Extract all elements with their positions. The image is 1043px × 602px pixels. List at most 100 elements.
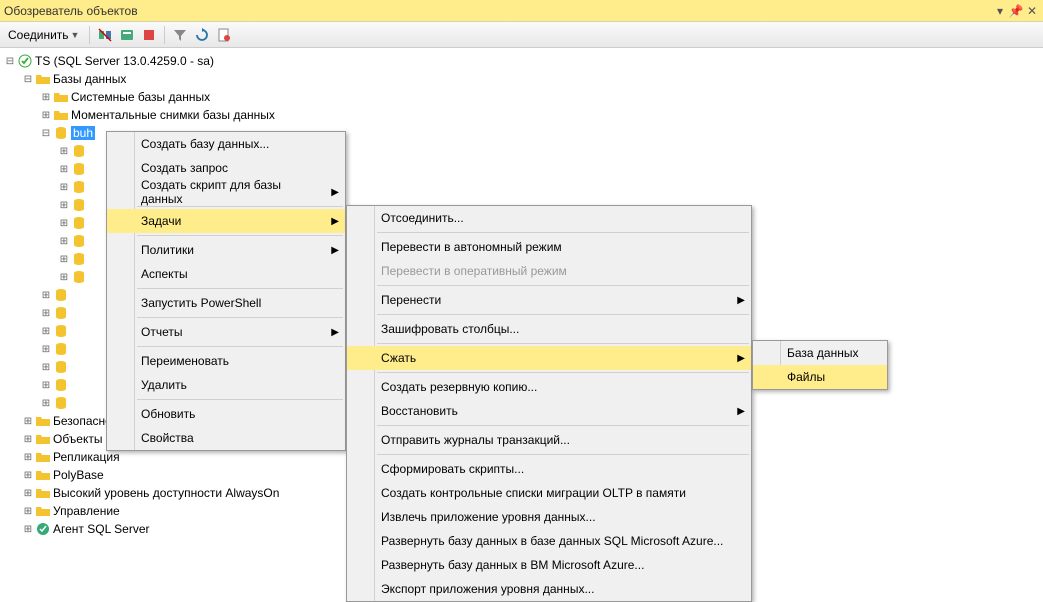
pin-icon[interactable]: 📌: [1009, 4, 1023, 18]
menu-item-export-app[interactable]: Экспорт приложения уровня данных...: [347, 577, 751, 601]
filter-icon[interactable]: [171, 26, 189, 44]
expand-icon[interactable]: ⊞: [40, 379, 52, 391]
menu-item-ship-logs[interactable]: Отправить журналы транзакций...: [347, 428, 751, 452]
expand-icon[interactable]: ⊞: [22, 523, 34, 535]
toolbar: Соединить ▼: [0, 22, 1043, 48]
menu-item-create-query[interactable]: Создать запрос: [107, 156, 345, 180]
tree-node-snapshots[interactable]: ⊞ Моментальные снимки базы данных: [4, 106, 1043, 124]
window-buttons: ▾ 📌 ✕: [993, 4, 1039, 18]
database-icon: [53, 341, 69, 357]
menu-item-refresh[interactable]: Обновить: [107, 402, 345, 426]
expand-icon[interactable]: ⊞: [22, 505, 34, 517]
menu-item-rename[interactable]: Переименовать: [107, 349, 345, 373]
menu-label: Сжать: [381, 351, 416, 365]
menu-item-shrink-database[interactable]: База данных: [753, 341, 887, 365]
menu-label: Задачи: [141, 214, 181, 228]
menu-label: Создать скрипт для базы данных: [141, 178, 325, 206]
collapse-icon[interactable]: ⊟: [40, 127, 52, 139]
menu-item-powershell[interactable]: Запустить PowerShell: [107, 291, 345, 315]
menu-label: Политики: [141, 243, 194, 257]
expand-icon[interactable]: ⊞: [58, 199, 70, 211]
menu-separator: [377, 454, 749, 455]
script-icon[interactable]: [215, 26, 233, 44]
menu-separator: [377, 314, 749, 315]
tree-label: Управление: [53, 504, 120, 518]
expand-icon[interactable]: ⊞: [58, 217, 70, 229]
menu-item-offline[interactable]: Перевести в автономный режим: [347, 235, 751, 259]
stop-icon[interactable]: [140, 26, 158, 44]
expand-icon[interactable]: ⊞: [40, 307, 52, 319]
menu-item-gen-scripts[interactable]: Сформировать скрипты...: [347, 457, 751, 481]
menu-item-tasks[interactable]: Задачи▶: [107, 209, 345, 233]
collapse-icon[interactable]: ⊟: [22, 73, 34, 85]
menu-label: Запустить PowerShell: [141, 296, 261, 310]
menu-item-oltp[interactable]: Создать контрольные списки миграции OLTP…: [347, 481, 751, 505]
menu-item-create-script[interactable]: Создать скрипт для базы данных▶: [107, 180, 345, 204]
menu-item-deploy-azure-db[interactable]: Развернуть базу данных в базе данных SQL…: [347, 529, 751, 553]
menu-item-properties[interactable]: Свойства: [107, 426, 345, 450]
server-icon[interactable]: [118, 26, 136, 44]
tree-label: TS (SQL Server 13.0.4259.0 - sa): [35, 54, 214, 68]
menu-item-shrink[interactable]: Сжать▶: [347, 346, 751, 370]
chevron-down-icon: ▼: [71, 30, 80, 40]
folder-icon: [35, 449, 51, 465]
menu-label: Создать контрольные списки миграции OLTP…: [381, 486, 686, 500]
menu-item-create-db[interactable]: Создать базу данных...: [107, 132, 345, 156]
expand-icon[interactable]: ⊞: [40, 325, 52, 337]
expand-icon[interactable]: ⊞: [22, 451, 34, 463]
expand-icon[interactable]: ⊞: [58, 145, 70, 157]
menu-separator: [377, 372, 749, 373]
menu-item-delete[interactable]: Удалить: [107, 373, 345, 397]
submenu-arrow-icon: ▶: [737, 295, 745, 306]
expand-icon[interactable]: ⊞: [22, 487, 34, 499]
menu-separator: [137, 206, 343, 207]
expand-icon[interactable]: ⊞: [58, 163, 70, 175]
database-icon: [71, 179, 87, 195]
refresh-icon[interactable]: [193, 26, 211, 44]
expand-icon[interactable]: ⊞: [40, 289, 52, 301]
database-icon: [71, 215, 87, 231]
expand-icon[interactable]: ⊞: [40, 109, 52, 121]
menu-label: Удалить: [141, 378, 187, 392]
dropdown-icon[interactable]: ▾: [993, 4, 1007, 18]
menu-item-deploy-azure-vm[interactable]: Развернуть базу данных в ВМ Microsoft Az…: [347, 553, 751, 577]
context-menu-tasks: Отсоединить... Перевести в автономный ре…: [346, 205, 752, 602]
expand-icon[interactable]: ⊞: [22, 433, 34, 445]
expand-icon[interactable]: ⊞: [40, 91, 52, 103]
database-icon: [71, 251, 87, 267]
menu-item-backup[interactable]: Создать резервную копию...: [347, 375, 751, 399]
expand-icon[interactable]: ⊞: [40, 361, 52, 373]
expand-icon[interactable]: ⊞: [58, 181, 70, 193]
tree-node-server[interactable]: ⊟ TS (SQL Server 13.0.4259.0 - sa): [4, 52, 1043, 70]
menu-separator: [377, 285, 749, 286]
expand-icon[interactable]: ⊞: [22, 469, 34, 481]
menu-item-policies[interactable]: Политики▶: [107, 238, 345, 262]
folder-icon: [35, 503, 51, 519]
menu-item-shrink-files[interactable]: Файлы: [753, 365, 887, 389]
menu-item-detach[interactable]: Отсоединить...: [347, 206, 751, 230]
close-icon[interactable]: ✕: [1025, 4, 1039, 18]
folder-icon: [35, 71, 51, 87]
expand-icon[interactable]: ⊞: [58, 235, 70, 247]
folder-icon: [53, 107, 69, 123]
tree-node-databases[interactable]: ⊟ Базы данных: [4, 70, 1043, 88]
context-menu-database: Создать базу данных... Создать запрос Со…: [106, 131, 346, 451]
database-icon: [53, 287, 69, 303]
menu-item-aspects[interactable]: Аспекты: [107, 262, 345, 286]
connect-button[interactable]: Соединить ▼: [4, 26, 83, 44]
menu-item-extract-app[interactable]: Извлечь приложение уровня данных...: [347, 505, 751, 529]
tree-node-sysdb[interactable]: ⊞ Системные базы данных: [4, 88, 1043, 106]
expand-icon[interactable]: ⊞: [40, 397, 52, 409]
collapse-icon[interactable]: ⊟: [4, 55, 16, 67]
menu-item-encrypt[interactable]: Зашифровать столбцы...: [347, 317, 751, 341]
expand-icon[interactable]: ⊞: [58, 253, 70, 265]
disconnect-icon[interactable]: [96, 26, 114, 44]
menu-label: Перевести в оперативный режим: [381, 264, 567, 278]
menu-item-restore[interactable]: Восстановить▶: [347, 399, 751, 423]
expand-icon[interactable]: ⊞: [22, 415, 34, 427]
database-icon: [71, 197, 87, 213]
expand-icon[interactable]: ⊞: [58, 271, 70, 283]
menu-item-move[interactable]: Перенести▶: [347, 288, 751, 312]
expand-icon[interactable]: ⊞: [40, 343, 52, 355]
menu-item-reports[interactable]: Отчеты▶: [107, 320, 345, 344]
